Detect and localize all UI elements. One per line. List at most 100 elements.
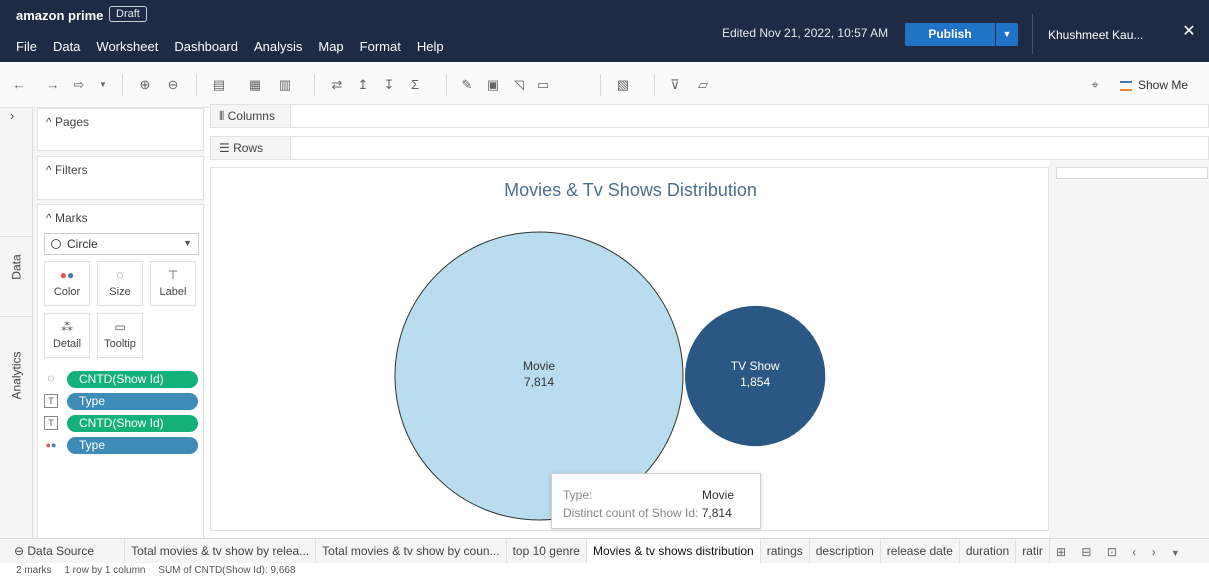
tableau-app: amazon prime Draft File Data Worksheet D… (0, 0, 1209, 579)
tooltip-count-row: Distinct count of Show Id: 7,814 (563, 506, 732, 520)
legend-panel (1049, 160, 1209, 538)
status-bar: 2 marks 1 row by 1 column SUM of CNTD(Sh… (0, 563, 1209, 579)
sheet-tab[interactable]: description (810, 539, 881, 563)
pause-updates-icon[interactable]: ⊖ (164, 76, 182, 94)
show-labels-icon[interactable]: ▣ (484, 76, 502, 94)
filters-card-label: Filters (54, 163, 88, 177)
duplicate-sheet-icon[interactable]: ▦ (246, 76, 264, 94)
menu-data[interactable]: Data (45, 38, 88, 58)
chevron-down-icon[interactable]: ▼ (1171, 548, 1180, 558)
sheet-tab[interactable]: release date (881, 539, 960, 563)
publish-dropdown-button[interactable]: ▼ (996, 23, 1018, 46)
label-button[interactable]: ⊤ Label (150, 261, 196, 306)
legend-box (1056, 167, 1208, 179)
database-icon: ⊖ (14, 544, 28, 558)
draft-badge: Draft (109, 6, 147, 22)
size-button[interactable]: ◌ Size (97, 261, 143, 306)
columns-shelf-label: ⦀ Columns (211, 105, 291, 127)
mark-type-value: Circle (67, 237, 98, 251)
color-button-label: Color (53, 286, 81, 298)
chevron-down-icon: ▼ (183, 238, 192, 248)
fit-icon[interactable]: ▭ (534, 76, 552, 94)
sheet-tab[interactable]: Total movies & tv show by relea... (125, 539, 317, 563)
mark-type-select[interactable]: Circle ▼ (44, 233, 199, 255)
new-data-source-icon[interactable]: ⊕ (136, 76, 154, 94)
presentation-mode-icon[interactable]: ▧ (614, 76, 632, 94)
title-divider (1032, 14, 1033, 54)
pill-type[interactable]: Type (67, 437, 198, 454)
detail-button-label: Detail (52, 338, 82, 350)
data-source-tab[interactable]: ⊖ Data Source (0, 539, 126, 563)
chevron-up-icon: ^ (46, 211, 55, 225)
sheet-tab-active[interactable]: Movies & tv shows distribution (586, 539, 761, 563)
menu-analysis[interactable]: Analysis (246, 38, 310, 58)
cards-panel: ^ Pages ^ Filters ^ Marks Circle ▼ ●● Co… (33, 108, 205, 568)
menu-map[interactable]: Map (310, 38, 351, 58)
new-worksheet-icon[interactable]: ⊞ (1056, 545, 1066, 559)
rows-icon: ☰ (219, 141, 234, 155)
clear-sheet-icon[interactable]: ▥ (276, 76, 294, 94)
sheet-tab[interactable]: Total movies & tv show by coun... (316, 539, 507, 563)
pages-card-title[interactable]: ^ Pages (46, 115, 89, 129)
toolbar: ← → ⇨ ▼ ⊕ ⊖ ▤ ▦ ▥ ⇄ ↥ ↧ Σ ✎ ▣ ◹ ▭ ▧ ⊽ ▱ … (0, 62, 1209, 108)
tab-data[interactable]: Data (10, 251, 24, 284)
tooltip-button[interactable]: ▭ Tooltip (97, 313, 143, 358)
tab-divider (0, 236, 33, 237)
replay-dropdown-icon[interactable]: ▼ (94, 76, 112, 94)
highlight-icon[interactable]: ✎ (458, 76, 476, 94)
workbook-name[interactable]: amazon prime (16, 8, 103, 23)
publish-button[interactable]: Publish (905, 23, 995, 46)
undo-icon[interactable]: ← (10, 76, 28, 94)
sheet-tab[interactable]: ratings (761, 539, 810, 563)
redo-icon[interactable]: → (44, 76, 62, 94)
menu-format[interactable]: Format (352, 38, 409, 58)
fix-axes-icon[interactable]: ◹ (510, 76, 528, 94)
filters-card[interactable]: ^ Filters (37, 156, 204, 200)
chevron-left-icon[interactable]: ‹ (1132, 545, 1136, 559)
menu-worksheet[interactable]: Worksheet (88, 38, 166, 58)
pages-card[interactable]: ^ Pages (37, 108, 204, 151)
rows-shelf-label: ☰ Rows (211, 137, 291, 159)
rows-shelf[interactable]: ☰ Rows (210, 136, 1209, 160)
menu-dashboard[interactable]: Dashboard (166, 38, 246, 58)
chevron-right-icon[interactable]: › (1152, 545, 1156, 559)
sheet-tab[interactable]: ratir (1016, 539, 1050, 563)
marks-card-title[interactable]: ^ Marks (46, 211, 88, 225)
tab-analytics[interactable]: Analytics (10, 351, 24, 399)
pill-type[interactable]: Type (67, 393, 198, 410)
new-story-icon[interactable]: ⊡ (1107, 545, 1117, 559)
replay-icon[interactable]: ⇨ (70, 76, 88, 94)
tooltip-toggle-icon[interactable]: ⊽ (666, 76, 684, 94)
show-me-button[interactable]: Show Me (1120, 76, 1188, 94)
columns-shelf[interactable]: ⦀ Columns (210, 104, 1209, 128)
totals-icon[interactable]: Σ (406, 76, 424, 94)
rows-label: Rows (233, 141, 264, 155)
marks-pill-row: ●● Type (44, 437, 204, 455)
edited-timestamp: Edited Nov 21, 2022, 10:57 AM (722, 26, 889, 40)
pages-card-label: Pages (54, 115, 89, 129)
sheet-tab[interactable]: duration (960, 539, 1017, 563)
filters-card-title[interactable]: ^ Filters (46, 163, 88, 177)
menu-help[interactable]: Help (409, 38, 452, 58)
sort-descending-icon[interactable]: ↧ (380, 76, 398, 94)
comment-icon[interactable]: ▱ (694, 76, 712, 94)
chevron-right-icon[interactable]: › (10, 108, 14, 123)
new-dashboard-icon[interactable]: ⊟ (1081, 545, 1091, 559)
new-worksheet-icon[interactable]: ▤ (210, 76, 228, 94)
swap-icon[interactable]: ⇄ (328, 76, 346, 94)
menu-file[interactable]: File (0, 38, 45, 58)
pill-cntd-show-id[interactable]: CNTD(Show Id) (67, 371, 198, 388)
user-menu[interactable]: Khushmeet Kau... (1048, 28, 1143, 42)
color-button[interactable]: ●● Color (44, 261, 90, 306)
pill-cntd-show-id[interactable]: CNTD(Show Id) (67, 415, 198, 432)
binoculars-icon[interactable]: ⌖ (1086, 76, 1104, 94)
marks-pill-row: T Type (44, 393, 204, 411)
sheet-tab[interactable]: top 10 genre (507, 539, 587, 563)
show-me-icon (1120, 80, 1132, 91)
chart-title: Movies & Tv Shows Distribution (504, 180, 757, 200)
columns-label: Columns (227, 109, 275, 123)
close-icon[interactable]: ✕ (1179, 22, 1199, 42)
detail-button[interactable]: ⁂ Detail (44, 313, 90, 358)
sort-ascending-icon[interactable]: ↥ (354, 76, 372, 94)
marks-card: ^ Marks Circle ▼ ●● Color ◌ Size ⊤ Label… (37, 204, 204, 568)
